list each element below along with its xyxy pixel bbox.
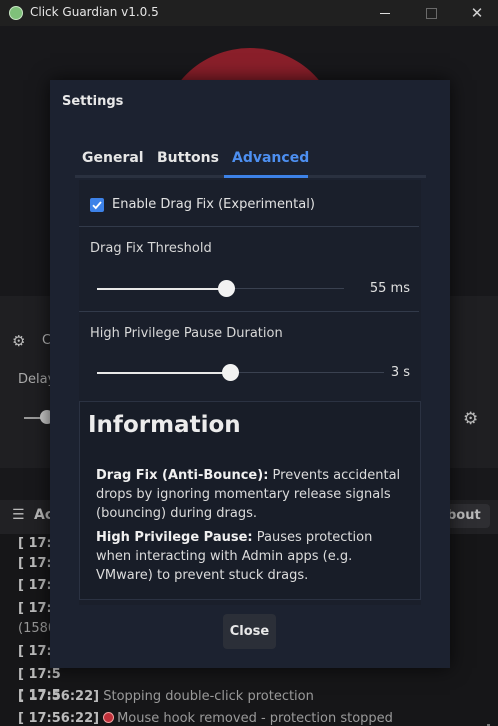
gear-icon[interactable]: ⚙ (463, 409, 478, 429)
status-dot-icon (103, 712, 115, 723)
close-button[interactable]: Close (223, 614, 276, 649)
settings-dialog: Settings General Buttons Advanced Enable… (50, 80, 450, 668)
minimize-button[interactable] (362, 0, 408, 26)
dialog-title: Settings (62, 94, 124, 109)
tab-buttons[interactable]: Buttons (157, 150, 219, 166)
active-tab-indicator (224, 175, 308, 178)
pause-slider-fill (97, 372, 231, 374)
app-icon (9, 6, 23, 20)
threshold-slider-fill (97, 288, 227, 290)
window-title: Click Guardian v1.0.5 (30, 5, 159, 19)
log-line: [ 17:5 (18, 667, 61, 682)
pause-slider-track[interactable] (231, 372, 384, 373)
pause-slider-handle[interactable] (222, 364, 239, 381)
drag-fix-description: Drag Fix (Anti-Bounce): Prevents acciden… (96, 468, 401, 521)
maximize-button[interactable] (408, 0, 454, 26)
information-title: Information (88, 412, 241, 438)
close-icon: ✕ (470, 4, 484, 22)
minimize-icon (380, 12, 390, 14)
drag-fix-label[interactable]: Enable Drag Fix (Experimental) (112, 197, 315, 212)
pause-duration-value: 3 s (390, 365, 410, 380)
maximize-icon (425, 7, 437, 19)
threshold-value: 55 ms (369, 281, 410, 296)
information-box: Information Drag Fix (Anti-Bounce): Prev… (79, 401, 421, 600)
divider (79, 311, 419, 312)
divider (79, 226, 419, 227)
close-window-button[interactable]: ✕ (454, 0, 498, 26)
checkmark-icon (92, 201, 102, 210)
gear-icon: ⚙ (12, 332, 26, 350)
high-privilege-description: High Privilege Pause: Pauses protection … (96, 530, 373, 583)
log-line: [ 17:56:22] Stopping double-click protec… (18, 689, 314, 704)
threshold-slider-handle[interactable] (218, 280, 235, 297)
tab-advanced[interactable]: Advanced (232, 150, 309, 166)
pause-duration-label: High Privilege Pause Duration (90, 326, 283, 341)
title-bar: Click Guardian v1.0.5 ✕ (0, 0, 498, 26)
threshold-label: Drag Fix Threshold (90, 241, 212, 256)
threshold-slider-track[interactable] (227, 288, 344, 289)
list-icon: ☰ (12, 507, 25, 523)
tab-general[interactable]: General (82, 150, 144, 166)
log-line: [ 17:56:22] Mouse hook removed - protecti… (18, 711, 393, 726)
drag-fix-checkbox[interactable] (90, 198, 104, 212)
